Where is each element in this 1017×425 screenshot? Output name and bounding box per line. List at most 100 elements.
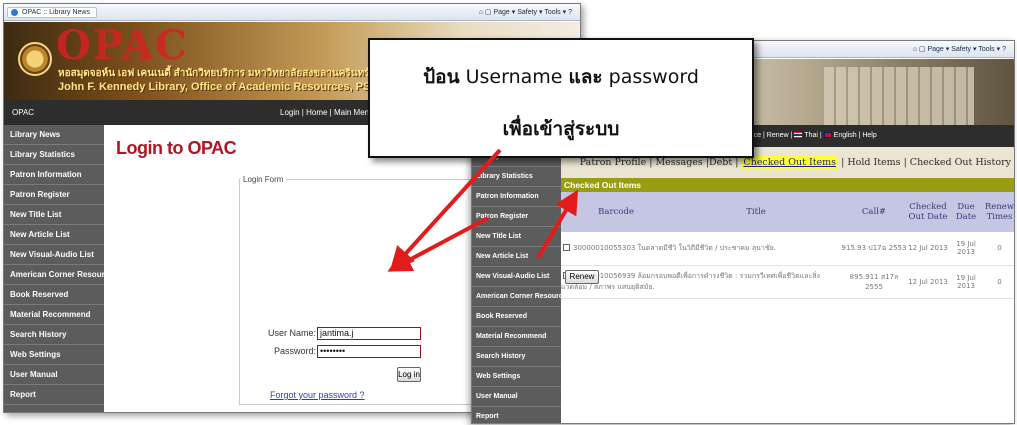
checked-out-table: Barcode Title Call# Checked Out Date Due…	[561, 192, 1014, 299]
row-title: ในตลาดมีชีวิ ในวิถีมีชีวิต / ประชาคม ลุน…	[637, 243, 776, 252]
sidebar-item-new-article-list[interactable]: New Article List	[472, 247, 561, 267]
home-icon[interactable]: ⌂	[479, 9, 483, 16]
nav-brand: OPAC	[12, 108, 35, 117]
sidebar-item-patron-information[interactable]: Patron Information	[472, 187, 561, 207]
lang-english-link[interactable]: English	[834, 132, 857, 139]
row-due-date: 19 Jul 2013	[949, 232, 983, 266]
print-icon[interactable]: ▢	[485, 9, 492, 16]
checked-out-content: Patron Profile | Messages |Debt | Checke…	[561, 147, 1014, 423]
english-flag-icon	[823, 132, 832, 139]
library-building-image	[824, 67, 974, 125]
browser-tools-label-right: Page ▾ Safety ▾ Tools ▾	[927, 46, 1001, 53]
print-icon[interactable]: ▢	[919, 46, 926, 53]
sidebar-item-search-history[interactable]: Search History	[472, 347, 561, 367]
tab-checked-out-items[interactable]: Checked Out Items	[741, 156, 839, 169]
banner-letters: OPAC	[56, 22, 189, 69]
password-field[interactable]: ••••••••	[317, 345, 421, 358]
col-title: Title	[671, 192, 841, 232]
row-checked-out-date: 12 Jul 2013	[907, 265, 949, 299]
callout-enter: ป้อน	[423, 66, 460, 88]
tab-patron-profile[interactable]: Patron Profile	[580, 157, 647, 168]
col-due-date: Due Date	[949, 192, 983, 232]
section-title: Checked Out Items	[561, 178, 1014, 192]
table-header-row: Barcode Title Call# Checked Out Date Due…	[561, 192, 1014, 232]
tab-hold-items[interactable]: Hold Items	[847, 157, 900, 168]
sidebar-item-report[interactable]: Report	[472, 407, 561, 423]
sidebar-menu: Library News Library Statistics Patron I…	[4, 125, 118, 412]
row-checkbox[interactable]	[563, 244, 570, 252]
browser-toolbar: OPAC :: Library News ⌂ ▢ Page ▾ Safety ▾…	[4, 4, 580, 21]
callout-and: และ	[568, 66, 603, 88]
callout-line-1: ป้อน Username และ password	[370, 62, 752, 92]
sidebar-item-library-statistics[interactable]: Library Statistics	[4, 145, 104, 165]
sidebar-item-new-title-list[interactable]: New Title List	[4, 205, 104, 225]
sidebar-item-book-reserved[interactable]: Book Reserved	[4, 285, 104, 305]
row-item-cell: 30000010055303 ในตลาดมีชีวิ ในวิถีมีชีวิ…	[561, 232, 841, 266]
browser-tools-label: Page ▾ Safety ▾ Tools ▾	[493, 9, 567, 16]
row-renew-times: 0	[983, 265, 1014, 299]
table-row: 30000010056939 ล้อมกรอบพอดีเพื่อการดำรงช…	[561, 265, 1014, 299]
sidebar-item-material-recommend[interactable]: Material Recommend	[472, 327, 561, 347]
help-icon[interactable]: ?	[568, 9, 572, 16]
login-button[interactable]: Log in	[397, 367, 421, 382]
browser-tools[interactable]: ⌂ ▢ Page ▾ Safety ▾ Tools ▾ ?	[479, 8, 572, 16]
page-title: Login to OPAC	[116, 138, 237, 158]
sidebar-item-report[interactable]: Report	[4, 385, 104, 405]
sidebar-item-patron-information[interactable]: Patron Information	[4, 165, 104, 185]
sidebar-item-web-settings[interactable]: Web Settings	[472, 367, 561, 387]
help-icon[interactable]: ?	[1002, 46, 1006, 53]
sidebar-item-user-manual[interactable]: User Manual	[472, 387, 561, 407]
tab-title: OPAC :: Library News	[22, 9, 90, 16]
form-legend: Login Form	[240, 175, 287, 184]
sidebar-item-book-reserved[interactable]: Book Reserved	[472, 307, 561, 327]
renew-button[interactable]: Renew	[565, 270, 599, 284]
tab-debt[interactable]: Debt	[709, 157, 732, 168]
help-link[interactable]: Help	[862, 132, 876, 139]
tab-messages[interactable]: Messages	[655, 157, 702, 168]
tab-checked-out-history[interactable]: Checked Out History	[910, 157, 1011, 168]
sidebar-item-material-recommend[interactable]: Material Recommend	[4, 305, 104, 325]
callout-username: Username	[465, 66, 563, 88]
row-item-cell: 30000010056939 ล้อมกรอบพอดีเพื่อการดำรงช…	[561, 265, 841, 299]
instruction-callout: ป้อน Username และ password เพื่อเข้าสู่ร…	[368, 38, 754, 158]
callout-line-2: เพื่อเข้าสู่ระบบ	[502, 118, 620, 140]
sidebar-item-search-history[interactable]: Search History	[4, 325, 104, 345]
sidebar-item-patron-register[interactable]: Patron Register	[472, 207, 561, 227]
sidebar-item-american-corner[interactable]: American Corner Resources	[4, 265, 118, 285]
row-due-date: 19 Jul 2013	[949, 265, 983, 299]
university-seal-icon	[18, 42, 52, 76]
table-row: 30000010055303 ในตลาดมีชีวิ ในวิถีมีชีวิ…	[561, 232, 1014, 266]
sidebar-item-new-visual-audio-list[interactable]: New Visual-Audio List	[4, 245, 104, 265]
sidebar-item-library-statistics[interactable]: Library Statistics	[472, 167, 561, 187]
sidebar-item-library-news[interactable]: Library News	[4, 125, 104, 145]
thai-flag-icon	[794, 132, 803, 139]
col-barcode: Barcode	[561, 192, 671, 232]
password-label: Password:	[274, 346, 317, 356]
col-call: Call#	[841, 192, 907, 232]
sidebar-menu-right: Library News Library Statistics Patron I…	[472, 147, 571, 423]
banner-thai-name: หอสมุดจอห์น เอฟ เคนเนดี้ สำนักวิทยบริการ…	[58, 68, 370, 79]
row-call: 895.911 ส17ล 2555	[841, 265, 907, 299]
sidebar-item-american-corner[interactable]: American Corner Resources	[472, 287, 571, 307]
col-renew-times: Renew Times	[983, 192, 1014, 232]
lang-thai-link[interactable]: Thai	[804, 132, 818, 139]
username-field[interactable]: jantima.j	[317, 327, 421, 340]
row-barcode: 30000010055303	[573, 243, 636, 252]
callout-password: password	[608, 66, 699, 88]
row-checked-out-date: 12 Jul 2013	[907, 232, 949, 266]
forgot-password-link[interactable]: Forgot your password ?	[270, 390, 365, 400]
sidebar-item-new-article-list[interactable]: New Article List	[4, 225, 104, 245]
banner-english-name: John F. Kennedy Library, Office of Acade…	[58, 81, 379, 93]
home-icon[interactable]: ⌂	[913, 46, 917, 53]
browser-tab[interactable]: OPAC :: Library News	[7, 7, 97, 18]
sidebar-item-user-manual[interactable]: User Manual	[4, 365, 104, 385]
sidebar-item-patron-register[interactable]: Patron Register	[4, 185, 104, 205]
favicon-icon	[11, 9, 18, 16]
row-renew-times: 0	[983, 232, 1014, 266]
username-label: User Name:	[268, 328, 317, 338]
browser-tools-right[interactable]: ⌂ ▢ Page ▾ Safety ▾ Tools ▾ ?	[913, 45, 1006, 53]
sidebar-item-web-settings[interactable]: Web Settings	[4, 345, 104, 365]
sidebar-item-new-title-list[interactable]: New Title List	[472, 227, 561, 247]
row-call: 915.93 ป17ฉ 2553	[841, 232, 907, 266]
sidebar-item-new-visual-audio-list[interactable]: New Visual-Audio List	[472, 267, 561, 287]
